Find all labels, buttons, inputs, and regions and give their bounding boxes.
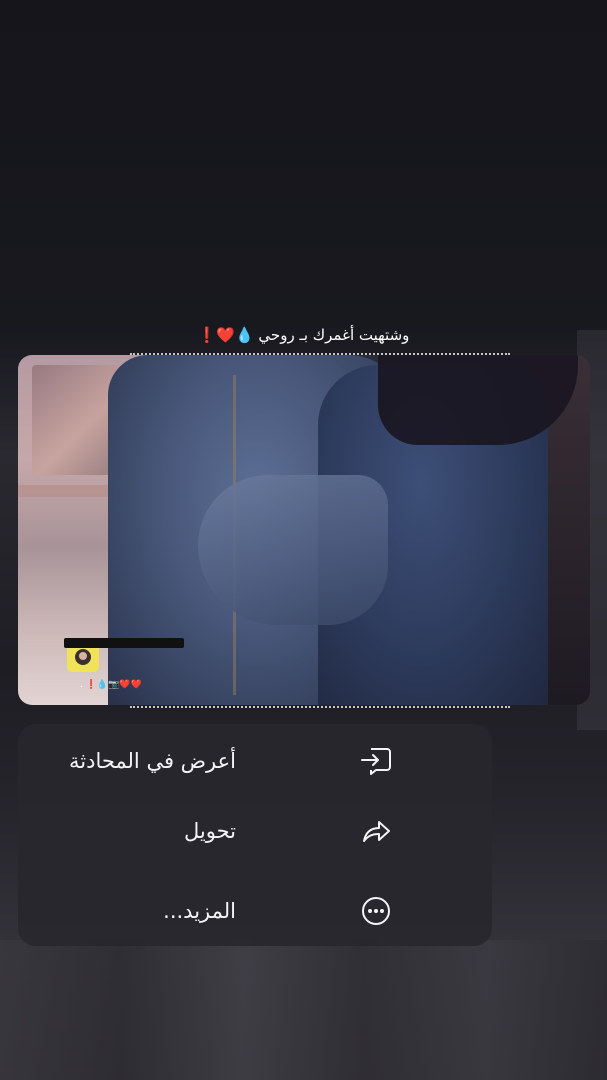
open-in-chat-icon	[358, 743, 394, 779]
menu-item-forward[interactable]: تحويل	[18, 794, 492, 868]
menu-item-more[interactable]: المزيد...	[18, 874, 492, 948]
menu-item-label: أعرض في المحادثة	[68, 749, 236, 773]
menu-item-show-in-chat[interactable]: أعرض في المحادثة	[18, 724, 492, 798]
watermark-bar	[64, 638, 184, 648]
forward-icon	[358, 813, 394, 849]
context-menu: أعرض في المحادثة تحويل المزيد...	[18, 724, 492, 946]
post-photo[interactable]	[18, 355, 590, 705]
menu-item-label: تحويل	[184, 819, 236, 843]
photo-sleeve	[198, 475, 388, 625]
more-icon	[358, 893, 394, 929]
background-blur	[0, 940, 607, 1080]
caption-divider-bottom	[130, 706, 510, 708]
menu-item-label: المزيد...	[163, 899, 236, 923]
caption-emoji: 💧❤️❗	[197, 326, 254, 344]
watermark-text: ❤️❤️📷💧❗ .	[80, 680, 142, 690]
caption-text: وشتهيت أغمرك بـ روحي	[258, 326, 410, 344]
post-caption: وشتهيت أغمرك بـ روحي 💧❤️❗	[0, 326, 607, 344]
